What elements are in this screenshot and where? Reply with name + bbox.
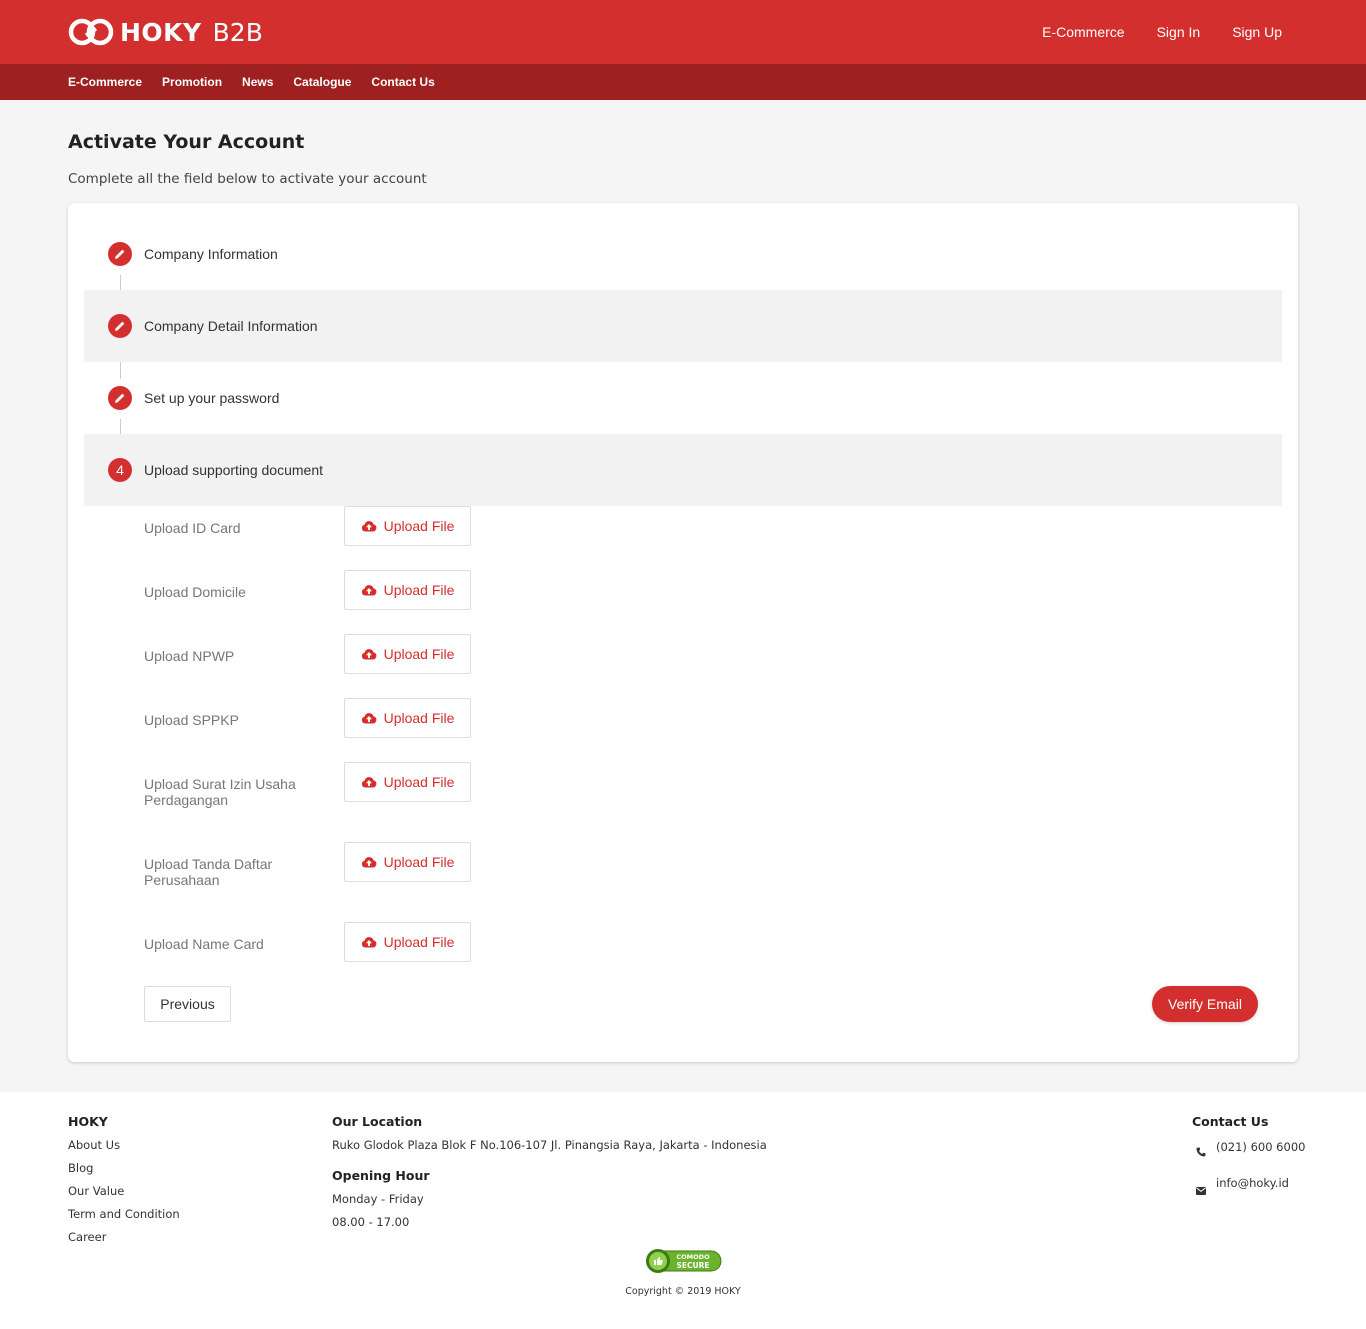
nav-item-catalogue[interactable]: Catalogue [293, 75, 351, 89]
upload-label: Upload Tanda Daftar Perusahaan [144, 856, 273, 888]
step-label: Set up your password [144, 390, 280, 406]
activation-card: Company Information Company Detail Infor… [68, 203, 1298, 1062]
nav-item-contact-us[interactable]: Contact Us [371, 75, 434, 89]
badge-line-1: COMODO [676, 1253, 710, 1261]
cloud-upload-icon [361, 713, 377, 724]
phone-icon [1196, 1142, 1206, 1161]
sign-in-link[interactable]: Sign In [1157, 24, 1201, 40]
footer-hours: 08.00 - 17.00 [332, 1215, 410, 1229]
upload-button-label: Upload File [383, 518, 455, 534]
cloud-upload-icon [361, 521, 377, 532]
step-company-detail-information[interactable]: Company Detail Information [84, 290, 1282, 362]
header-links: E-Commerce Sign In Sign Up [1010, 0, 1282, 64]
verify-email-button[interactable]: Verify Email [1152, 986, 1258, 1022]
step-set-up-password[interactable]: Set up your password [84, 362, 1282, 434]
footer-address: Ruko Glodok Plaza Blok F No.106-107 Jl. … [332, 1138, 767, 1152]
upload-label: Upload Name Card [144, 936, 264, 952]
upload-label: Upload SPPKP [144, 712, 239, 728]
upload-button-label: Upload File [383, 934, 455, 950]
upload-siup-button[interactable]: Upload File [344, 762, 471, 802]
footer-location-title: Our Location [332, 1114, 423, 1129]
step-company-information[interactable]: Company Information [84, 218, 1282, 290]
footer-days: Monday - Friday [332, 1192, 424, 1206]
pencil-icon [108, 314, 132, 338]
cloud-upload-icon [361, 937, 377, 948]
upload-button-label: Upload File [383, 774, 455, 790]
step-label: Upload supporting document [144, 462, 324, 478]
cloud-upload-icon [361, 649, 377, 660]
footer-link-blog[interactable]: Blog [68, 1161, 93, 1175]
cloud-upload-icon [361, 777, 377, 788]
top-header: HOKY B2B E-Commerce Sign In Sign Up [0, 0, 1366, 64]
upload-label: Upload Surat Izin Usaha Perdagangan [144, 776, 296, 808]
upload-npwp-button[interactable]: Upload File [344, 634, 471, 674]
footer-email[interactable]: info@hoky.id [1216, 1176, 1289, 1190]
footer: HOKY About Us Blog Our Value Term and Co… [0, 1092, 1366, 1329]
step-number: 4 [108, 458, 132, 482]
badge-line-2: SECURE [676, 1261, 709, 1270]
step-label: Company Detail Information [144, 318, 318, 334]
upload-label: Upload NPWP [144, 648, 235, 664]
step-upload-supporting-document[interactable]: 4 Upload supporting document [84, 434, 1282, 506]
page-subtitle: Complete all the field below to activate… [68, 171, 427, 187]
footer-link-about-us[interactable]: About Us [68, 1138, 120, 1152]
footer-hours-title: Opening Hour [332, 1168, 430, 1183]
pencil-icon [108, 242, 132, 266]
upload-tdp-button[interactable]: Upload File [344, 842, 471, 882]
upload-label: Upload ID Card [144, 520, 241, 536]
comodo-secure-badge: COMODO SECURE [645, 1248, 722, 1274]
nav-item-ecommerce[interactable]: E-Commerce [68, 75, 142, 89]
upload-label: Upload Domicile [144, 584, 246, 600]
footer-hoky-title: HOKY [68, 1114, 108, 1129]
pencil-icon [108, 386, 132, 410]
brand-suffix: B2B [212, 17, 263, 47]
upload-button-label: Upload File [383, 646, 455, 662]
upload-name-card-button[interactable]: Upload File [344, 922, 471, 962]
footer-contact-title: Contact Us [1192, 1114, 1269, 1129]
footer-phone[interactable]: (021) 600 6000 [1216, 1140, 1305, 1154]
footer-link-our-value[interactable]: Our Value [68, 1184, 124, 1198]
copyright-text: Copyright © 2019 HOKY [625, 1286, 741, 1297]
footer-link-career[interactable]: Career [68, 1230, 106, 1244]
upload-button-label: Upload File [383, 582, 455, 598]
sign-up-link[interactable]: Sign Up [1232, 24, 1282, 40]
upload-id-card-button[interactable]: Upload File [344, 506, 471, 546]
previous-button[interactable]: Previous [144, 986, 231, 1022]
upload-sppkp-button[interactable]: Upload File [344, 698, 471, 738]
infinity-logo-icon [68, 17, 114, 47]
cloud-upload-icon [361, 857, 377, 868]
brand-name: HOKY [120, 17, 202, 47]
upload-button-label: Upload File [383, 710, 455, 726]
page-title: Activate Your Account [68, 131, 305, 153]
cloud-upload-icon [361, 585, 377, 596]
upload-button-label: Upload File [383, 854, 455, 870]
upload-domicile-button[interactable]: Upload File [344, 570, 471, 610]
logo[interactable]: HOKY B2B [68, 16, 263, 48]
nav-item-promotion[interactable]: Promotion [162, 75, 222, 89]
footer-link-terms[interactable]: Term and Condition [68, 1207, 180, 1221]
step-label: Company Information [144, 246, 278, 262]
mail-icon [1196, 1180, 1206, 1199]
header-link-ecommerce[interactable]: E-Commerce [1042, 24, 1124, 40]
main-nav: E-Commerce Promotion News Catalogue Cont… [0, 64, 1366, 100]
nav-item-news[interactable]: News [242, 75, 273, 89]
